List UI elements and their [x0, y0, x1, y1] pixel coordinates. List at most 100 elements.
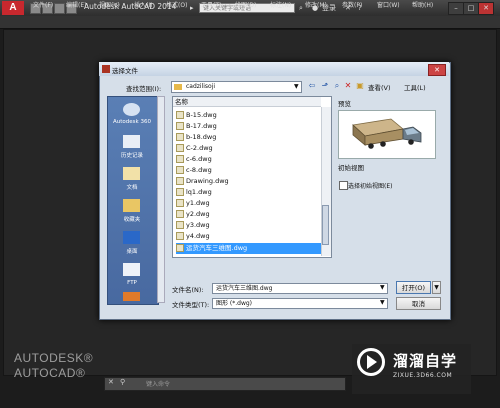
list-item[interactable]: C-2.dwg: [176, 143, 321, 154]
app-title: Autodesk AutoCAD 2014: [84, 2, 177, 11]
save-icon[interactable]: [54, 3, 65, 14]
menu-tools[interactable]: 工具(T): [201, 1, 221, 11]
dwg-file-icon: [176, 122, 184, 130]
menu-modify[interactable]: 修改(M): [305, 1, 327, 11]
chevron-down-icon[interactable]: ▼: [380, 299, 385, 306]
column-header-name[interactable]: 名称: [173, 97, 321, 107]
dialog-title-bar: [99, 62, 449, 76]
chevron-down-icon[interactable]: ▼: [380, 284, 385, 291]
favorites-icon[interactable]: [123, 199, 140, 212]
search-web-icon[interactable]: ⌕: [332, 81, 342, 91]
place-desktop[interactable]: 桌面: [107, 247, 157, 255]
lookin-select[interactable]: cadzilisoji: [171, 81, 302, 93]
dwg-file-icon: [176, 221, 184, 229]
list-item[interactable]: B-15.dwg: [176, 110, 321, 121]
preview-image: [338, 110, 436, 159]
dialog-app-icon: [102, 65, 110, 73]
dialog-close-icon[interactable]: ✕: [428, 64, 446, 76]
scrollbar-thumb[interactable]: [322, 205, 329, 245]
menu-window[interactable]: 窗口(W): [377, 1, 400, 11]
new-folder-icon[interactable]: ▣: [355, 81, 365, 91]
menu-help[interactable]: 帮助(H): [412, 1, 433, 11]
play-icon: [367, 355, 377, 369]
command-settings-icon[interactable]: ⚲: [120, 378, 125, 386]
menu-dimension[interactable]: 标注(N): [270, 1, 291, 11]
preview-label: 预览: [338, 100, 351, 108]
list-item[interactable]: y1.dwg: [176, 198, 321, 209]
dwg-file-icon: [176, 133, 184, 141]
filename-label: 文件名(N):: [172, 286, 204, 294]
menu-view[interactable]: 视图(V): [99, 1, 120, 11]
menu-insert[interactable]: 插入(I): [134, 1, 152, 11]
select-initial-view-checkbox[interactable]: [339, 181, 348, 190]
up-folder-icon[interactable]: ⬏: [320, 81, 330, 91]
list-item[interactable]: b-18.dwg: [176, 132, 321, 143]
minimize-icon[interactable]: –: [448, 2, 464, 15]
dwg-file-icon: [176, 199, 184, 207]
watermark-url: ZIXUE.3D66.COM: [393, 372, 453, 379]
list-item[interactable]: c-8.dwg: [176, 165, 321, 176]
maximize-icon[interactable]: □: [463, 2, 479, 15]
close-icon[interactable]: ✕: [478, 2, 494, 15]
lookin-label: 查找范围(I):: [126, 85, 162, 93]
dwg-file-icon: [176, 111, 184, 119]
buzzsaw-icon[interactable]: [123, 292, 140, 301]
command-line[interactable]: [104, 377, 346, 391]
dwg-file-icon: [176, 210, 184, 218]
view-menu-button[interactable]: 查看(V): [368, 82, 391, 92]
list-item[interactable]: B-17.dwg: [176, 121, 321, 132]
list-item[interactable]: y2.dwg: [176, 209, 321, 220]
list-item[interactable]: y3.dwg: [176, 220, 321, 231]
open-options-button[interactable]: ▼: [432, 281, 441, 294]
filename-input[interactable]: 运货汽车三维图.dwg: [212, 283, 388, 294]
cancel-button[interactable]: 取消: [396, 297, 441, 310]
place-documents[interactable]: 文档: [107, 183, 157, 191]
menu-draw[interactable]: 绘图(D): [235, 1, 256, 11]
truck-preview-icon: [352, 118, 422, 149]
delete-icon[interactable]: ✕: [343, 81, 353, 91]
list-item[interactable]: Drawing.dwg: [176, 176, 321, 187]
desktop-icon[interactable]: [123, 231, 140, 244]
command-input[interactable]: 键入命令: [146, 379, 170, 388]
menu-parametric[interactable]: 参数(P): [342, 1, 362, 11]
filetype-label: 文件类型(T):: [172, 301, 210, 309]
command-close-icon[interactable]: ✕: [108, 378, 114, 386]
menu-file[interactable]: 文件(F): [33, 1, 53, 11]
list-item-selected[interactable]: 运货汽车三维图.dwg: [176, 243, 321, 254]
autodesk360-icon[interactable]: [123, 103, 140, 116]
list-item[interactable]: y4.dwg: [176, 231, 321, 242]
autocad-logo-icon[interactable]: A: [2, 1, 24, 15]
place-autodesk360[interactable]: Autodesk 360: [107, 119, 157, 125]
initial-view-label: 初始视图: [338, 164, 364, 172]
tools-menu-button[interactable]: 工具(L): [404, 82, 426, 92]
place-history[interactable]: 历史记录: [107, 151, 157, 159]
open-button[interactable]: 打开(O): [396, 281, 431, 294]
brand-autodesk: AUTODESK®: [14, 351, 94, 365]
search-icon[interactable]: ⌕: [299, 3, 303, 13]
dwg-file-icon: [176, 244, 184, 252]
dialog-title: 选择文件: [112, 67, 138, 75]
places-scrollbar[interactable]: [157, 96, 165, 303]
place-favorites[interactable]: 收藏夹: [107, 215, 157, 223]
menu-format[interactable]: 格式(O): [166, 1, 187, 11]
list-item[interactable]: c-6.dwg: [176, 154, 321, 165]
watermark-title: 溜溜自学: [393, 352, 458, 370]
history-icon[interactable]: [123, 135, 140, 148]
filetype-select[interactable]: 图形 (*.dwg): [212, 298, 388, 309]
place-ftp[interactable]: FTP: [107, 280, 157, 286]
search-arrow-icon[interactable]: ▸: [190, 3, 194, 13]
dwg-file-icon: [176, 232, 184, 240]
menu-edit[interactable]: 编辑(E): [66, 1, 86, 11]
chevron-down-icon[interactable]: ▼: [294, 83, 299, 90]
dwg-file-icon: [176, 144, 184, 152]
documents-icon[interactable]: [123, 167, 140, 180]
ftp-icon[interactable]: [123, 263, 140, 276]
dwg-file-icon: [176, 188, 184, 196]
back-icon[interactable]: ⇦: [307, 81, 317, 91]
select-initial-view-label[interactable]: 选择初始视图(E): [348, 181, 392, 190]
folder-icon: [174, 84, 182, 90]
dwg-file-icon: [176, 155, 184, 163]
dwg-file-icon: [176, 166, 184, 174]
list-item[interactable]: lq1.dwg: [176, 187, 321, 198]
brand-autocad: AUTOCAD®: [14, 366, 86, 380]
